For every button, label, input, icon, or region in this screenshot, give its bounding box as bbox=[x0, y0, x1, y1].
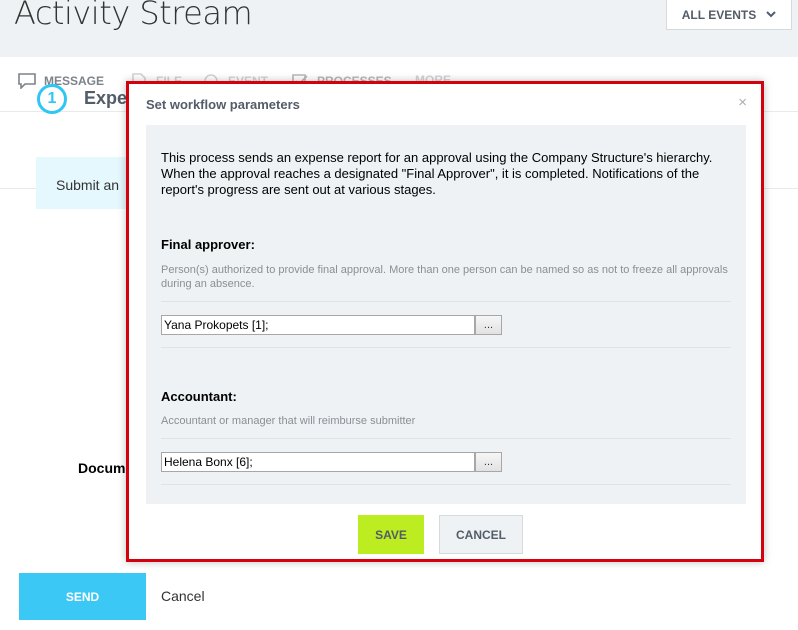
dialog-title: Set workflow parameters bbox=[146, 97, 300, 112]
document-label: Docum bbox=[78, 460, 126, 476]
process-description: This process sends an expense report for… bbox=[161, 150, 713, 197]
final-approver-title: Final approver: bbox=[161, 237, 255, 252]
cancel-link[interactable]: Cancel bbox=[161, 588, 205, 604]
divider bbox=[161, 484, 731, 485]
message-icon bbox=[18, 73, 36, 89]
accountant-input[interactable] bbox=[161, 452, 475, 472]
process-step-badge: 1 bbox=[37, 84, 67, 114]
page-title: Activity Stream bbox=[14, 0, 253, 32]
divider bbox=[161, 438, 731, 439]
workflow-parameters-dialog: Set workflow parameters × This process s… bbox=[126, 81, 764, 562]
send-button[interactable]: SEND bbox=[19, 573, 146, 620]
divider bbox=[161, 301, 731, 302]
accountant-picker-button[interactable]: ... bbox=[475, 452, 502, 472]
final-approver-input[interactable] bbox=[161, 315, 475, 335]
process-title: Expe bbox=[84, 88, 128, 108]
final-approver-picker-button[interactable]: ... bbox=[475, 315, 502, 335]
filter-label: ALL EVENTS bbox=[681, 7, 757, 22]
accountant-hint: Accountant or manager that will reimburs… bbox=[161, 415, 416, 427]
accountant-title: Accountant: bbox=[161, 389, 237, 404]
all-events-filter-button[interactable]: ALL EVENTS bbox=[666, 0, 792, 30]
divider bbox=[161, 347, 731, 348]
dialog-body: This process sends an expense report for… bbox=[146, 125, 746, 504]
chevron-down-icon bbox=[766, 10, 776, 17]
dialog-cancel-button[interactable]: CANCEL bbox=[439, 515, 523, 554]
save-button[interactable]: SAVE bbox=[358, 515, 424, 554]
final-approver-hint: Person(s) authorized to provide final ap… bbox=[161, 264, 728, 290]
close-icon[interactable]: × bbox=[738, 94, 747, 111]
process-info-text: Submit an bbox=[56, 177, 120, 193]
